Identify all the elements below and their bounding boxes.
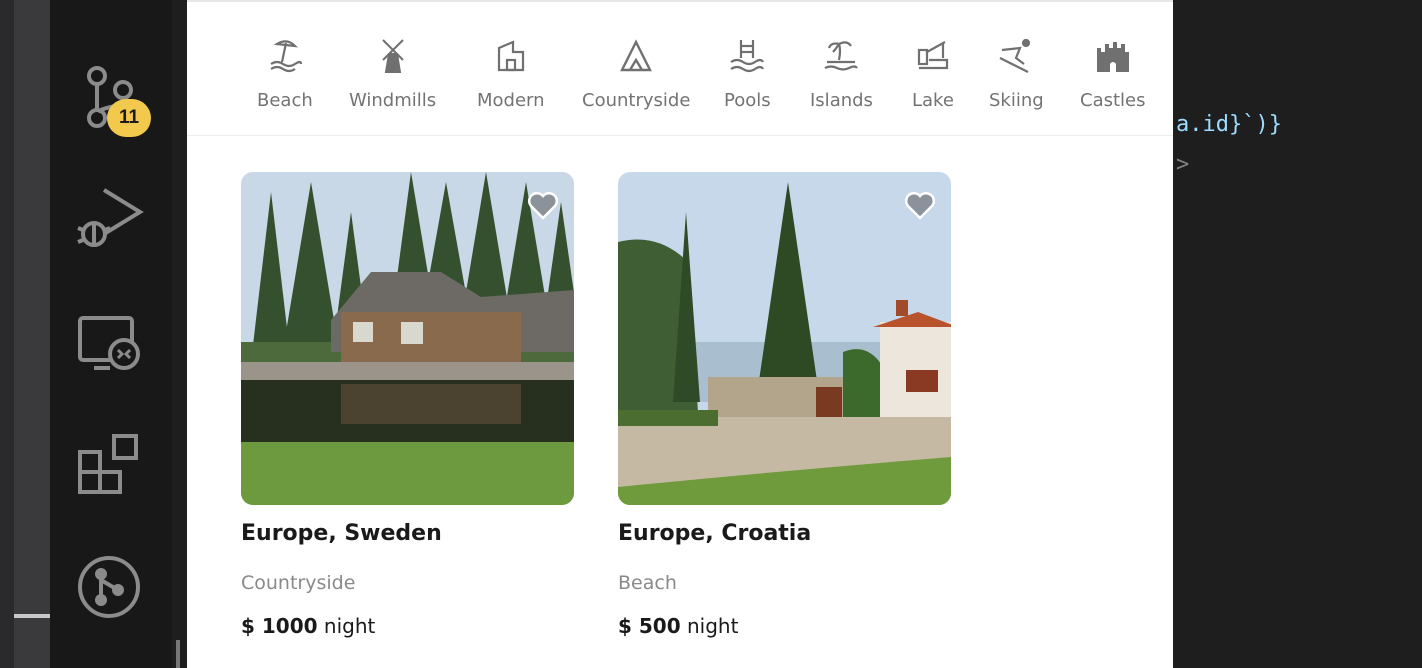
activity-bar: 11: [50, 0, 172, 668]
pool-icon: [730, 40, 765, 73]
listing-location: Europe, Croatia: [618, 521, 812, 546]
beach-icon: [270, 40, 302, 73]
code-fragment-line2: >: [1176, 152, 1190, 177]
category-lake[interactable]: Lake: [912, 38, 954, 111]
category-label: Windmills: [349, 90, 437, 111]
listing-price-unit: night: [323, 614, 376, 638]
lake-icon: [917, 41, 949, 70]
island-icon: [824, 41, 859, 71]
remote-explorer-icon[interactable]: [74, 310, 144, 380]
category-modern[interactable]: Modern: [477, 38, 545, 111]
scrollbar-thumb[interactable]: [176, 640, 180, 668]
listing-location: Europe, Sweden: [241, 521, 442, 546]
category-label: Pools: [724, 90, 771, 111]
listing-price-row: $ 1000 night: [241, 614, 574, 638]
skiing-icon: [999, 38, 1031, 73]
category-label: Castles: [1080, 90, 1146, 111]
listing-image[interactable]: [618, 172, 951, 505]
browser-preview: Beach Windmills Modern Countryside Pools…: [187, 0, 1173, 668]
source-control-badge: 11: [107, 99, 151, 137]
listing-image[interactable]: [241, 172, 574, 505]
listing-price: $ 500: [618, 614, 681, 638]
favorite-heart-icon[interactable]: [526, 188, 560, 222]
extensions-icon[interactable]: [74, 430, 144, 500]
villa-photo: [618, 172, 951, 505]
listing-card[interactable]: Europe, Croatia Beach $ 500 night: [618, 172, 951, 638]
code-fragment: a.id}`)}: [1176, 112, 1282, 137]
category-countryside[interactable]: Countryside: [582, 38, 690, 111]
category-islands[interactable]: Islands: [810, 38, 873, 111]
panel-resize-handle[interactable]: [14, 614, 50, 618]
mountain-icon: [620, 39, 653, 72]
run-debug-icon[interactable]: [74, 182, 144, 252]
listing-price: $ 1000: [241, 614, 318, 638]
category-bar: Beach Windmills Modern Countryside Pools…: [187, 2, 1173, 136]
listing-price-unit: night: [687, 614, 739, 638]
castle-icon: [1096, 42, 1129, 72]
listing-card[interactable]: Europe, Sweden Countryside $ 1000 night: [241, 172, 574, 638]
listing-price-row: $ 500 night: [618, 614, 951, 638]
category-skiing[interactable]: Skiing: [989, 38, 1044, 111]
category-castles[interactable]: Castles: [1080, 38, 1146, 111]
side-panel-edge: [14, 0, 50, 668]
favorite-heart-icon[interactable]: [903, 188, 937, 222]
modern-building-icon: [497, 40, 524, 72]
category-label: Countryside: [582, 90, 691, 111]
category-label: Lake: [912, 90, 954, 111]
category-beach[interactable]: Beach: [257, 38, 313, 111]
git-graph-icon[interactable]: [74, 552, 144, 622]
listing-category: Countryside: [241, 572, 356, 594]
cabin-photo: [241, 172, 574, 505]
window-edge: [0, 0, 14, 668]
listing-category: Beach: [618, 572, 677, 594]
category-windmills[interactable]: Windmills: [349, 38, 436, 111]
category-label: Skiing: [989, 90, 1044, 111]
category-label: Islands: [810, 90, 873, 111]
category-label: Beach: [257, 90, 313, 111]
category-pools[interactable]: Pools: [724, 38, 771, 111]
category-label: Modern: [477, 90, 545, 111]
windmill-icon: [381, 39, 404, 73]
